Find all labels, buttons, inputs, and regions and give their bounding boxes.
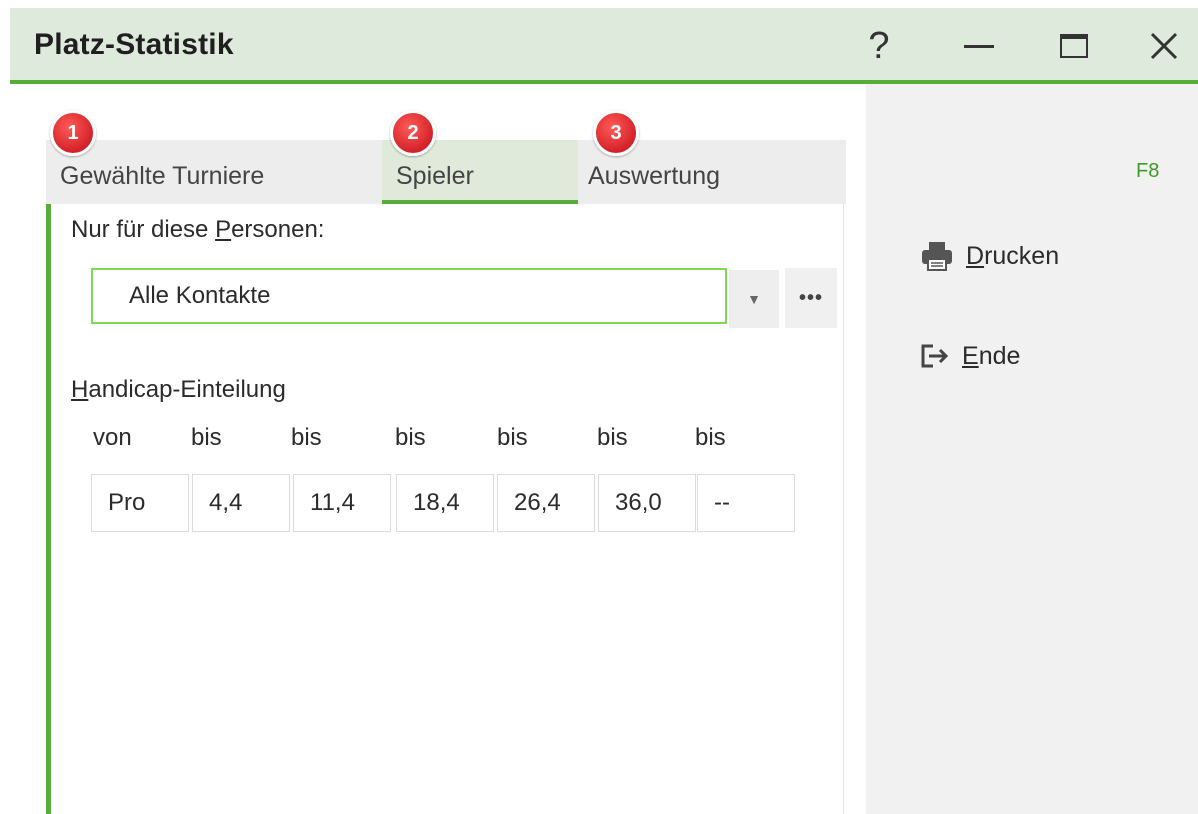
help-button[interactable]: ?	[855, 22, 903, 70]
tab-selected-tournaments[interactable]: Gewählte Turniere	[46, 140, 382, 204]
step-badge-1: 1	[50, 110, 96, 156]
handicap-cell[interactable]: 36,0	[598, 474, 696, 532]
dropdown-button[interactable]: ▼	[729, 270, 779, 328]
close-icon	[1150, 32, 1178, 60]
persons-select[interactable]: Alle Kontakte	[91, 268, 727, 324]
handicap-header: bis	[497, 424, 528, 451]
persons-label: Nur für diese Personen:	[71, 216, 325, 243]
maximize-icon	[1060, 34, 1088, 58]
handicap-label: Handicap-Einteilung	[71, 376, 286, 403]
print-label: Drucken	[966, 241, 1060, 270]
print-shortcut: F8	[1136, 160, 1160, 182]
minimize-button[interactable]	[955, 22, 1003, 70]
handicap-header: bis	[695, 424, 726, 451]
exit-icon	[921, 344, 949, 368]
step-badge-3: 3	[593, 110, 639, 156]
handicap-header: bis	[291, 424, 322, 451]
minimize-icon	[964, 44, 994, 48]
handicap-cell[interactable]: 26,4	[497, 474, 595, 532]
handicap-header: bis	[191, 424, 222, 451]
window-title: Platz-Statistik	[34, 28, 234, 61]
close-button[interactable]	[1140, 22, 1188, 70]
step-badge-2: 2	[390, 110, 436, 156]
title-bar: Platz-Statistik ?	[10, 8, 1198, 84]
handicap-header: bis	[395, 424, 426, 451]
handicap-header: von	[93, 424, 132, 451]
handicap-cell[interactable]: 11,4	[293, 474, 391, 532]
chevron-down-icon: ▼	[747, 291, 761, 307]
handicap-cell[interactable]: 18,4	[396, 474, 494, 532]
exit-button[interactable]: Ende	[920, 336, 1020, 376]
handicap-cell[interactable]: Pro	[91, 474, 189, 532]
exit-label: Ende	[962, 341, 1021, 370]
handicap-cell[interactable]: --	[697, 474, 795, 532]
action-panel: Drucken Ende	[866, 84, 1198, 814]
players-panel: Nur für diese Personen: Alle Kontakte ▼ …	[46, 204, 844, 814]
more-options-button[interactable]: •••	[785, 268, 837, 328]
print-button[interactable]: Drucken	[920, 236, 1059, 276]
handicap-cell[interactable]: 4,4	[192, 474, 290, 532]
printer-icon	[922, 242, 952, 271]
maximize-button[interactable]	[1050, 22, 1098, 70]
handicap-header: bis	[597, 424, 628, 451]
